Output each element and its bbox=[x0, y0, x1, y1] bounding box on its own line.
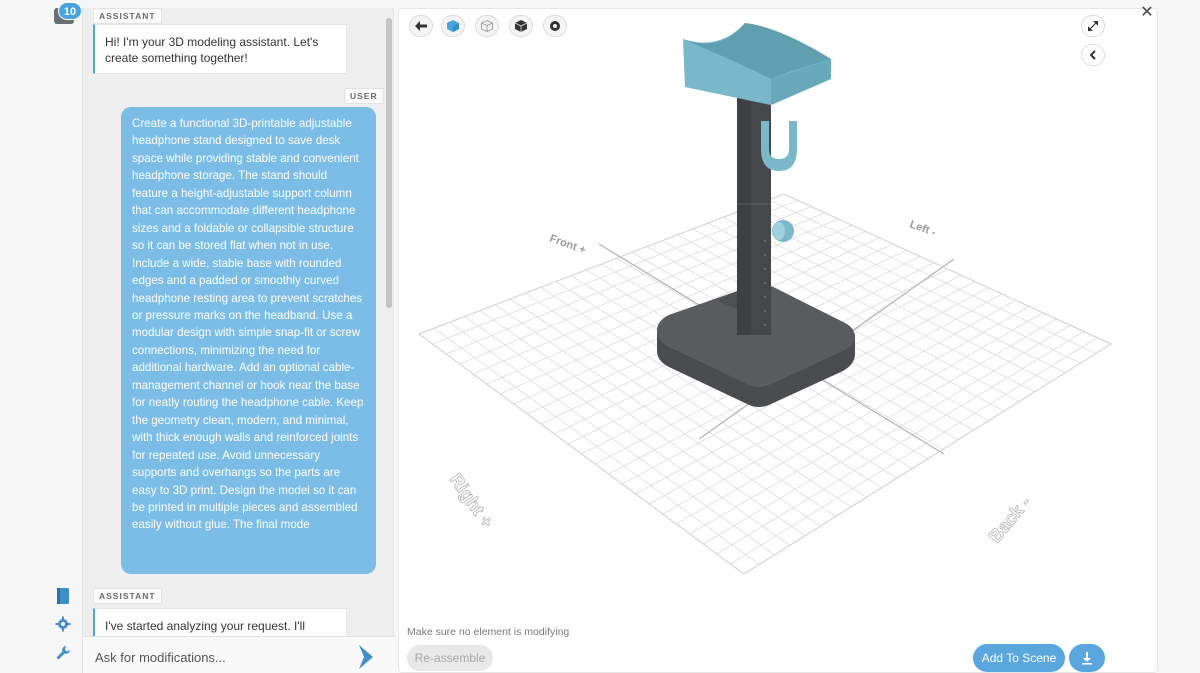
reassemble-button[interactable]: Re-assemble bbox=[407, 645, 493, 671]
wireframe-view-button[interactable] bbox=[475, 15, 499, 37]
axis-label-left: Left - bbox=[908, 219, 938, 240]
back-button[interactable] bbox=[409, 15, 433, 37]
solid-view-button[interactable] bbox=[441, 15, 465, 37]
chat-messages[interactable]: ASSISTANT Hi! I'm your 3D modeling assis… bbox=[83, 8, 395, 636]
app-root: 10 ASSISTANT Hi! I'm your 3D modeling as… bbox=[0, 0, 1200, 673]
support-column-shade bbox=[737, 95, 751, 335]
cube-solid-icon bbox=[447, 20, 459, 32]
left-rail: 10 bbox=[40, 0, 82, 673]
viewport-canvas[interactable]: Front + Left - Right + Back - bbox=[399, 9, 1158, 673]
add-to-scene-button[interactable]: Add To Scene bbox=[973, 644, 1065, 672]
assistant-message: Hi! I'm your 3D modeling assistant. Let'… bbox=[93, 24, 347, 74]
axis-label-right: Right + bbox=[446, 470, 498, 532]
status-hint: Make sure no element is modifying bbox=[407, 626, 570, 638]
modification-input[interactable] bbox=[95, 645, 335, 669]
back-arrow-icon bbox=[415, 21, 427, 31]
assistant-message: I've started analyzing your request. I'l… bbox=[93, 608, 347, 636]
download-icon bbox=[1082, 651, 1092, 665]
collapse-panel-button[interactable] bbox=[1081, 44, 1105, 66]
chat-input-row bbox=[83, 636, 395, 673]
fullscreen-button[interactable] bbox=[1081, 15, 1105, 37]
chevron-left-icon bbox=[1089, 50, 1096, 60]
settings-view-button[interactable] bbox=[543, 15, 567, 37]
user-message: Create a functional 3D-printable adjusta… bbox=[121, 107, 376, 574]
role-label-assistant: ASSISTANT bbox=[93, 588, 162, 604]
axis-label-front: Front + bbox=[548, 233, 587, 257]
axis-label-back: Back - bbox=[985, 492, 1035, 546]
gear-cube-icon bbox=[550, 21, 560, 31]
expand-icon bbox=[1088, 21, 1098, 31]
chat-badge[interactable]: 10 bbox=[54, 2, 82, 28]
send-button[interactable] bbox=[353, 643, 379, 671]
download-button[interactable] bbox=[1069, 644, 1105, 672]
role-label-user: USER bbox=[344, 88, 384, 104]
knob-face bbox=[773, 222, 785, 240]
chat-panel: ASSISTANT Hi! I'm your 3D modeling assis… bbox=[82, 8, 395, 673]
headphone-stand-model[interactable] bbox=[657, 23, 855, 407]
message-count-badge: 10 bbox=[58, 2, 82, 20]
book-icon[interactable] bbox=[54, 587, 72, 605]
role-label-assistant: ASSISTANT bbox=[93, 8, 162, 24]
wrench-icon[interactable] bbox=[54, 644, 72, 662]
cube-shaded-icon bbox=[515, 20, 527, 32]
chat-scrollbar[interactable] bbox=[386, 18, 392, 308]
cable-hook bbox=[761, 121, 797, 171]
shaded-view-button[interactable] bbox=[509, 15, 533, 37]
cube-wireframe-icon bbox=[481, 20, 493, 32]
close-icon[interactable]: ✕ bbox=[1138, 4, 1156, 22]
model-viewer[interactable]: Front + Left - Right + Back - Make sure … bbox=[398, 8, 1158, 673]
gear-icon[interactable] bbox=[54, 615, 72, 633]
